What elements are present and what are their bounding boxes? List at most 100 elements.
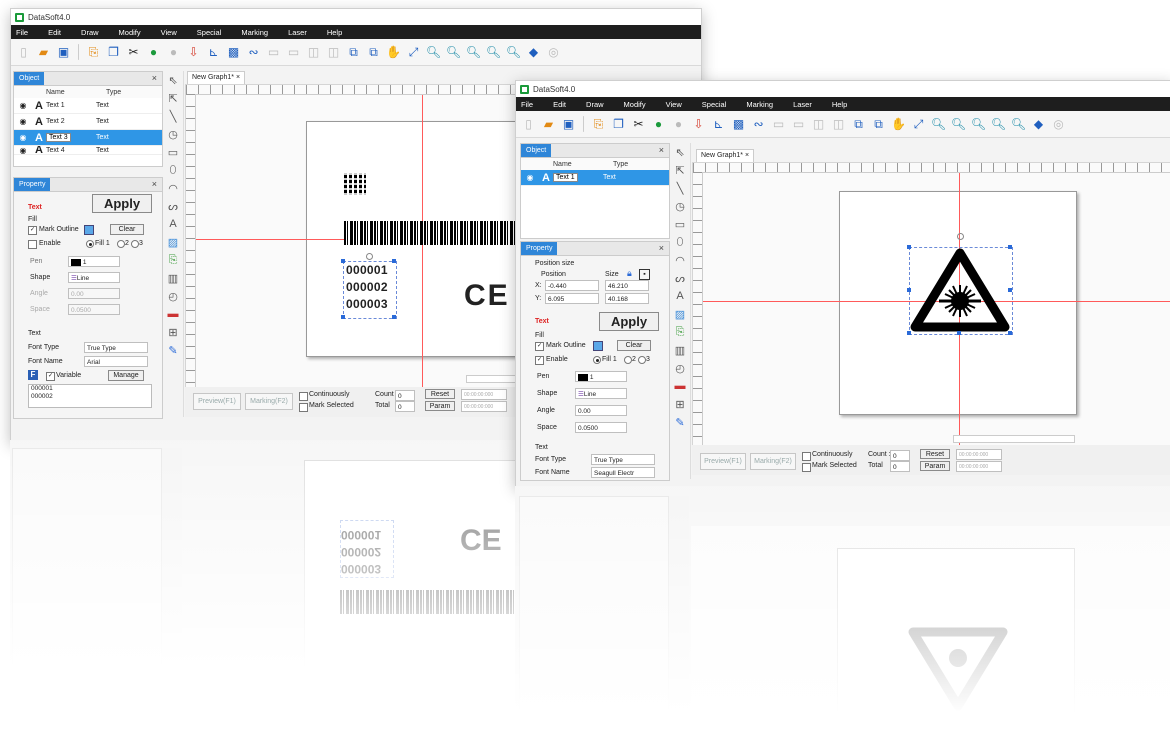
object-panel-tab[interactable]: Object	[14, 72, 45, 85]
curve-icon[interactable]: ∾	[750, 116, 767, 133]
selection-handle[interactable]	[907, 245, 911, 249]
close-icon[interactable]: ×	[659, 145, 664, 155]
text-tool-icon[interactable]: A	[163, 215, 183, 233]
design-canvas[interactable]	[692, 162, 1170, 446]
count-input[interactable]: 0	[890, 450, 910, 461]
menu-draw[interactable]: Draw	[78, 28, 99, 37]
line-tool-icon[interactable]: ╲	[163, 107, 183, 125]
fill1-radio[interactable]	[86, 240, 94, 248]
list-item-selected[interactable]: ◉ A Text 1 Text	[521, 170, 669, 186]
menu-edit[interactable]: Edit	[550, 100, 566, 109]
eye-icon[interactable]: ◉	[14, 101, 32, 110]
barcode-tool-icon[interactable]: ▥	[670, 341, 690, 359]
enable-checkbox[interactable]: ✓	[535, 356, 544, 365]
param-button[interactable]: Param	[920, 461, 950, 471]
close-icon[interactable]: ×	[659, 243, 664, 253]
back-icon[interactable]: ◫	[325, 44, 342, 61]
ellipse-tool-icon[interactable]: ⬯	[163, 161, 183, 179]
select-arrow-icon[interactable]: ⇖	[670, 143, 690, 161]
save-icon[interactable]: ▣	[55, 44, 72, 61]
copy-icon[interactable]: ❐	[105, 44, 122, 61]
paste-icon[interactable]: ⎘	[85, 44, 102, 61]
selection-handle[interactable]	[907, 288, 911, 292]
fill1-radio[interactable]	[593, 356, 601, 364]
pen-tool-icon[interactable]: ✎	[670, 413, 690, 431]
selection-handle[interactable]	[957, 331, 961, 335]
paste-icon[interactable]: ⎘	[590, 116, 607, 133]
extend-tool-icon[interactable]: ⊞	[670, 395, 690, 413]
open-folder-icon[interactable]: ▰	[35, 44, 52, 61]
combine-icon[interactable]: ⧉	[345, 44, 362, 61]
text-tool-icon[interactable]: A	[670, 287, 690, 305]
new-file-icon[interactable]: ▯	[520, 116, 537, 133]
curve-tool-icon[interactable]: ᔕ	[670, 269, 690, 287]
selection-handle[interactable]	[341, 259, 345, 263]
property-panel-tab[interactable]: Property	[521, 242, 558, 255]
object-panel-tab[interactable]: Object	[521, 144, 552, 157]
arc-tool-icon[interactable]: ◠	[163, 179, 183, 197]
x-position-input[interactable]: -0.440	[545, 280, 599, 291]
select-arrow-icon[interactable]: ⇖	[163, 71, 183, 89]
selection-handle[interactable]	[1008, 288, 1012, 292]
font-name-select[interactable]: Seagull Electr	[591, 467, 655, 478]
font-settings-icon[interactable]: F	[28, 370, 38, 380]
continuously-checkbox[interactable]	[299, 392, 308, 401]
lock-icon[interactable]: 🔒︎	[627, 269, 636, 278]
shape-select[interactable]: ☰Line	[68, 272, 120, 283]
serial-text-group[interactable]: 000001 000002 000003	[343, 261, 397, 319]
property-panel-tab[interactable]: Property	[14, 178, 51, 191]
start-mark-icon[interactable]: ●	[650, 116, 667, 133]
laser-preview-icon[interactable]: ◆	[1030, 116, 1047, 133]
node-edit-icon[interactable]: ⇱	[670, 161, 690, 179]
space-input[interactable]: 0.0500	[575, 422, 627, 433]
rectangle-tool-icon[interactable]: ▭	[163, 143, 183, 161]
continuously-checkbox[interactable]	[802, 452, 811, 461]
open-folder-icon[interactable]: ▰	[540, 116, 557, 133]
menu-marking[interactable]: Marking	[743, 100, 773, 109]
io-tool-icon[interactable]: ▬	[163, 305, 183, 323]
menu-special[interactable]: Special	[699, 100, 727, 109]
apply-button[interactable]: Apply	[92, 194, 152, 213]
variable-text-area[interactable]: 000001 000002	[28, 384, 152, 408]
marking-button[interactable]: Marking(F2)	[245, 393, 293, 410]
doc-tab[interactable]: New Graph1* ×	[187, 71, 246, 84]
manage-button[interactable]: Manage	[108, 370, 144, 381]
selection-handle[interactable]	[392, 259, 396, 263]
font-type-select[interactable]: True Type	[84, 342, 148, 353]
zoom-fit-icon[interactable]: ⤢	[405, 44, 422, 61]
rotate-handle[interactable]	[366, 253, 373, 260]
menu-help[interactable]: Help	[829, 100, 847, 109]
zoom-in-icon[interactable]: 🔍︎	[425, 44, 442, 61]
menu-laser[interactable]: Laser	[790, 100, 812, 109]
mark-selected-checkbox[interactable]	[299, 403, 308, 412]
new-file-icon[interactable]: ▯	[15, 44, 32, 61]
close-icon[interactable]: ×	[152, 179, 157, 189]
stop-mark-icon[interactable]: ●	[165, 44, 182, 61]
circle-tool-icon[interactable]: ◷	[163, 125, 183, 143]
eye-icon[interactable]: ◉	[521, 173, 539, 182]
cut-icon[interactable]: ✂	[125, 44, 142, 61]
fill2-radio[interactable]	[624, 356, 632, 364]
menu-draw[interactable]: Draw	[583, 100, 604, 109]
visibility-icon[interactable]: ◎	[1050, 116, 1067, 133]
image-tool-icon[interactable]: ▨	[163, 233, 183, 251]
zoom-page-icon[interactable]: 🔍︎	[990, 116, 1007, 133]
io-tool-icon[interactable]: ▬	[670, 377, 690, 395]
marking-button[interactable]: Marking(F2)	[750, 453, 796, 470]
zoom-window-icon[interactable]: 🔍︎	[465, 44, 482, 61]
zoom-page-icon[interactable]: 🔍︎	[485, 44, 502, 61]
close-tab-icon[interactable]: ×	[745, 152, 749, 159]
list-item-selected[interactable]: ◉ A Text 3 Text	[14, 130, 162, 146]
front-icon[interactable]: ◫	[810, 116, 827, 133]
cut-icon[interactable]: ✂	[630, 116, 647, 133]
menu-view[interactable]: View	[663, 100, 682, 109]
menu-edit[interactable]: Edit	[45, 28, 61, 37]
reset-button[interactable]: Reset	[920, 449, 950, 459]
doc-tab[interactable]: New Graph1* ×	[696, 149, 755, 162]
total-input[interactable]: 0	[395, 401, 415, 412]
ellipse-tool-icon[interactable]: ⬯	[670, 233, 690, 251]
extend-tool-icon[interactable]: ⊞	[163, 323, 183, 341]
eye-icon[interactable]: ◉	[14, 117, 32, 126]
clear-button[interactable]: Clear	[617, 340, 651, 351]
angle-input[interactable]: 0.00	[575, 405, 627, 416]
